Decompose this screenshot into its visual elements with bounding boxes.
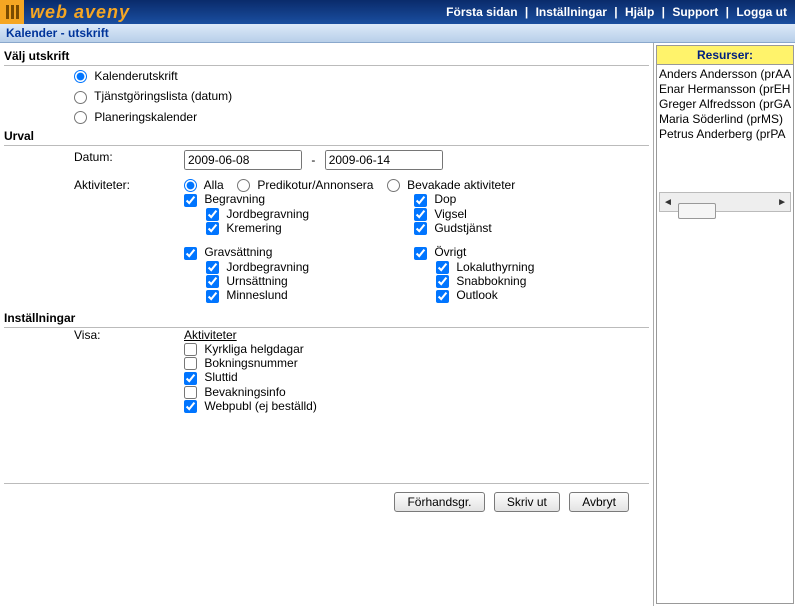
chk-gravsattning-minneslund[interactable]: Minneslund [206,288,288,302]
resurser-header: Resurser: [656,45,794,65]
chk-begravning-kremering[interactable]: Kremering [206,221,282,235]
chk-kyrkliga[interactable]: Kyrkliga helgdagar [184,342,304,356]
scroll-thumb[interactable] [678,203,716,219]
chk-vigsel[interactable]: Vigsel [414,207,467,221]
print-button[interactable]: Skriv ut [494,492,560,512]
filter-bevakade[interactable]: Bevakade aktiviteter [387,178,515,192]
chk-bevakningsinfo[interactable]: Bevakningsinfo [184,385,286,399]
top-bar: web aveny Första sidan | Inställningar |… [0,0,795,24]
utskrift-option-kalender[interactable]: Kalenderutskrift [74,69,178,83]
chk-begravning[interactable]: Begravning [184,192,265,206]
aktiviteter-link[interactable]: Aktiviteter [184,328,237,342]
scroll-right-icon[interactable]: ► [774,194,790,210]
chk-lokaluthyrning[interactable]: Lokaluthyrning [436,260,534,274]
chk-begravning-jord[interactable]: Jordbegravning [206,207,309,221]
section-installningar-header: Inställningar [4,309,649,328]
list-item[interactable]: Maria Söderlind (prMS) [659,112,791,127]
preview-button[interactable]: Förhandsgr. [394,492,484,512]
nav-installningar[interactable]: Inställningar [536,5,607,19]
chk-snabbokning[interactable]: Snabbokning [436,274,526,288]
main-panel: Välj utskrift Kalenderutskrift Tjänstgör… [0,43,653,606]
list-item[interactable]: Greger Alfredsson (prGA [659,97,791,112]
date-to-input[interactable] [325,150,443,170]
list-item[interactable]: Anders Andersson (prAA [659,67,791,82]
utskrift-option-planering[interactable]: Planeringskalender [74,110,197,124]
horizontal-scrollbar[interactable]: ◄ ► [659,192,791,212]
nav-logga-ut[interactable]: Logga ut [736,5,787,19]
chk-gravsattning[interactable]: Gravsättning [184,245,272,259]
chk-sluttid[interactable]: Sluttid [184,370,238,384]
chk-outlook[interactable]: Outlook [436,288,498,302]
list-item[interactable]: Enar Hermansson (prEH [659,82,791,97]
top-nav: Första sidan | Inställningar | Hjälp | S… [446,5,795,19]
chk-gudstjanst[interactable]: Gudstjänst [414,221,492,235]
chk-gravsattning-urn[interactable]: Urnsättning [206,274,288,288]
divider [4,483,649,484]
nav-forsta-sidan[interactable]: Första sidan [446,5,517,19]
chk-gravsattning-jord[interactable]: Jordbegravning [206,260,309,274]
filter-alla[interactable]: Alla [184,178,224,192]
chk-webpubl[interactable]: Webpubl (ej beställd) [184,399,317,413]
nav-hjalp[interactable]: Hjälp [625,5,654,19]
resurser-list[interactable]: Anders Andersson (prAA Enar Hermansson (… [656,65,794,604]
nav-support[interactable]: Support [672,5,718,19]
section-valj-utskrift-header: Välj utskrift [4,47,649,66]
scroll-left-icon[interactable]: ◄ [660,194,676,210]
filter-radios: Alla Predikotur/Annonsera Bevakade aktiv… [184,178,649,192]
date-separator: - [305,153,321,167]
page-title: Kalender - utskrift [0,24,795,43]
visa-label: Visa: [74,328,184,414]
chk-ovrigt[interactable]: Övrigt [414,245,466,259]
side-panel: Resurser: Anders Andersson (prAA Enar He… [653,43,795,606]
list-item[interactable]: Petrus Anderberg (prPA [659,127,791,142]
brand: web aveny [30,2,130,23]
chk-dop[interactable]: Dop [414,192,456,206]
date-from-input[interactable] [184,150,302,170]
section-urval-header: Urval [4,127,649,146]
utskrift-option-tjanstgoring[interactable]: Tjänstgöringslista (datum) [74,89,232,103]
filter-predikotur[interactable]: Predikotur/Annonsera [237,178,373,192]
datum-label: Datum: [74,150,184,170]
logo-icon [0,0,24,24]
chk-bokningsnummer[interactable]: Bokningsnummer [184,356,298,370]
cancel-button[interactable]: Avbryt [569,492,629,512]
aktiviteter-label: Aktiviteter: [74,178,184,303]
